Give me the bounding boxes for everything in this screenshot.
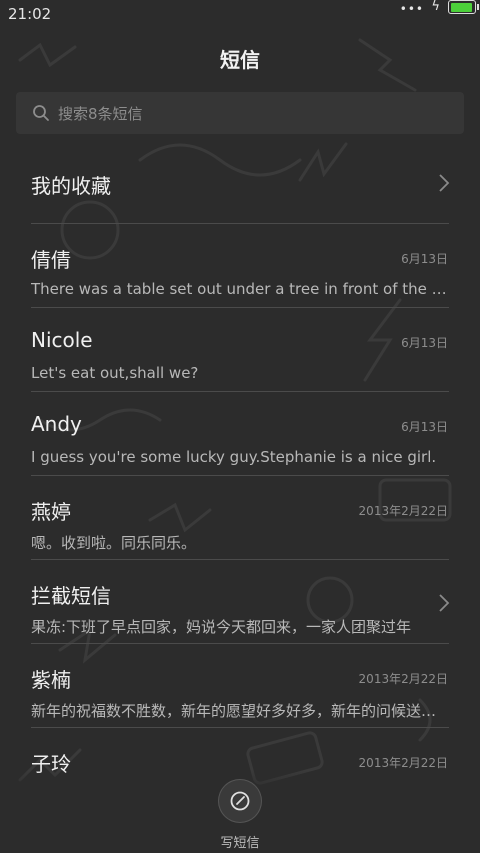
compose-button[interactable]	[219, 780, 261, 822]
contact-name: Nicole	[31, 328, 93, 352]
message-date: 2013年2月22日	[358, 504, 448, 518]
compose-bar: 写短信	[0, 770, 480, 853]
conversation-row[interactable]: Nicole 6月13日 Let's eat out,shall we?	[0, 308, 480, 392]
message-date: 2013年2月22日	[358, 756, 448, 770]
conversation-row[interactable]: Andy 6月13日 I guess you're some lucky guy.S…	[0, 392, 480, 476]
conversation-row[interactable]: 倩倩 6月13日 There was a table set out under a…	[0, 224, 480, 308]
message-preview: 新年的祝福数不胜数，新年的愿望好多好多，新年的问候送给你	[31, 702, 448, 720]
compose-icon	[230, 791, 250, 811]
contact-name: 紫楠	[31, 668, 71, 692]
battery-level	[450, 2, 473, 12]
compose-label[interactable]: 写短信	[0, 832, 480, 851]
favorites-row[interactable]: 我的收藏	[0, 140, 480, 224]
contact-name: 燕婷	[31, 500, 71, 524]
message-preview: There was a table set out under a tree i…	[31, 280, 448, 298]
status-time: 21:02	[8, 5, 52, 23]
message-date: 6月13日	[401, 336, 448, 350]
message-date: 6月13日	[401, 252, 448, 266]
message-preview: 嗯。收到啦。同乐同乐。	[31, 534, 197, 552]
notification-dots-icon: •••	[399, 2, 424, 16]
message-preview: Let's eat out,shall we?	[31, 364, 199, 382]
battery-tip	[477, 4, 479, 10]
page-title: 短信	[220, 48, 260, 72]
conversation-row[interactable]: 拦截短信果冻:下班了早点回家，妈说今天都回来，一家人团聚过年	[0, 560, 480, 644]
search-bar[interactable]: 搜索8条短信	[16, 92, 464, 134]
message-date: 2013年2月22日	[358, 672, 448, 686]
contact-name: 拦截短信	[31, 584, 111, 608]
message-preview: 果冻:下班了早点回家，妈说今天都回来，一家人团聚过年	[31, 618, 412, 636]
chevron-right-icon	[439, 594, 450, 612]
search-placeholder[interactable]: 搜索8条短信	[58, 103, 143, 124]
conversation-row[interactable]: 紫楠 2013年2月22日新年的祝福数不胜数，新年的愿望好多好多，新年的问候送给你	[0, 644, 480, 728]
message-preview: I guess you're some lucky guy.Stephanie …	[31, 448, 437, 466]
contact-name: Andy	[31, 412, 82, 436]
battery-icon	[448, 0, 479, 14]
conversation-row[interactable]: 燕婷 2013年2月22日嗯。收到啦。同乐同乐。	[0, 476, 480, 560]
chevron-right-icon	[439, 174, 450, 192]
status-bar: 21:02 ••• ϟ	[0, 0, 480, 28]
charging-icon: ϟ	[431, 0, 440, 14]
contact-name: 倩倩	[31, 248, 71, 272]
message-date: 6月13日	[401, 420, 448, 434]
favorites-label: 我的收藏	[31, 174, 111, 198]
search-icon	[33, 105, 49, 121]
